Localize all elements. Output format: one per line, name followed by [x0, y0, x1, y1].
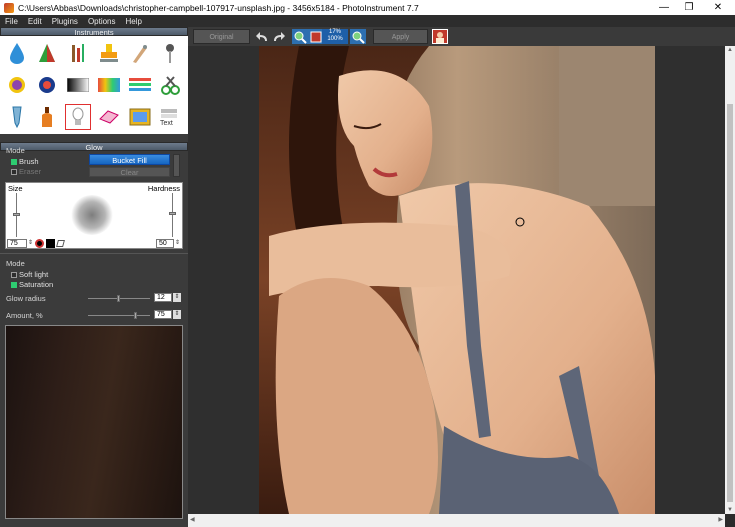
custom-brush-icon[interactable]: [56, 240, 65, 247]
apply-button[interactable]: Apply: [373, 29, 428, 44]
original-button[interactable]: Original: [193, 29, 250, 44]
undo-icon[interactable]: [254, 29, 270, 44]
zoom-out-icon[interactable]: [350, 29, 366, 44]
gradient-icon[interactable]: [65, 72, 91, 98]
soft-light-checkbox[interactable]: [11, 271, 17, 278]
tube-icon[interactable]: [4, 104, 30, 130]
zoom-indicator[interactable]: 17% 100%: [322, 29, 348, 44]
photo-image: [259, 46, 655, 514]
menu-edit[interactable]: Edit: [23, 17, 47, 26]
effect-preview: [5, 325, 183, 519]
zoom-current: 17%: [328, 29, 341, 35]
menu-plugins[interactable]: Plugins: [47, 17, 83, 26]
smudge-icon[interactable]: [127, 40, 153, 66]
eraser-option[interactable]: Eraser: [11, 167, 41, 176]
crop-tool-icon[interactable]: [157, 72, 183, 98]
redo-icon[interactable]: [271, 29, 287, 44]
round-brush-icon[interactable]: [35, 239, 44, 248]
size-input[interactable]: 75: [7, 239, 27, 248]
vertical-scrollbar[interactable]: ▲ ▼: [725, 46, 735, 514]
divider: [0, 253, 188, 254]
size-label: Size: [8, 184, 23, 193]
glow-radius-thumb[interactable]: [117, 295, 120, 302]
eraser-icon[interactable]: [96, 104, 122, 130]
hardness-label: Hardness: [147, 184, 180, 193]
frame-icon[interactable]: [127, 104, 153, 130]
amount-input[interactable]: 75: [154, 310, 172, 319]
brush-preview: [71, 195, 113, 235]
title-bar: C:\Users\Abbas\Downloads\christopher-cam…: [0, 0, 735, 15]
menu-file[interactable]: File: [0, 17, 23, 26]
zoom-actual: 100%: [327, 36, 343, 42]
text-tool-label: Text: [160, 120, 173, 127]
stamp-icon[interactable]: [96, 40, 122, 66]
scroll-up-icon[interactable]: ▲: [727, 47, 733, 53]
eraser-label: Eraser: [19, 167, 42, 176]
saturation-option[interactable]: Saturation: [11, 280, 53, 289]
text-icon[interactable]: Text: [157, 104, 183, 130]
square-brush-icon[interactable]: [46, 239, 55, 248]
size-slider-thumb[interactable]: [13, 213, 20, 216]
menu-options[interactable]: Options: [83, 17, 121, 26]
instruments-header: Instruments: [0, 27, 188, 37]
brush-size-box: Size Hardness 75 ⇕ 50 ⇕: [5, 182, 183, 249]
soft-light-option[interactable]: Soft light: [11, 270, 48, 279]
amount-slider[interactable]: [88, 315, 150, 316]
size-spinner[interactable]: ⇕: [28, 239, 34, 248]
glow-radius-input[interactable]: 12: [154, 293, 172, 302]
amount-spinner[interactable]: ⇕: [173, 310, 181, 319]
amount-label: Amount, %: [6, 311, 43, 320]
scroll-left-icon[interactable]: ◀: [190, 516, 195, 523]
brush-label: Brush: [19, 157, 39, 166]
top-toolbar: Original 17% 100% Apply: [188, 27, 735, 46]
soft-light-label: Soft light: [19, 270, 49, 279]
cone-icon[interactable]: [34, 40, 60, 66]
menu-bar: File Edit Plugins Options Help: [0, 15, 735, 27]
brush-option[interactable]: Brush: [11, 157, 39, 166]
cosmetics-icon[interactable]: [4, 72, 30, 98]
mode-label: Mode: [6, 146, 25, 155]
hardness-spinner[interactable]: ⇕: [175, 239, 181, 248]
menu-help[interactable]: Help: [121, 17, 147, 26]
saturation-checkbox[interactable]: [11, 281, 17, 288]
close-button[interactable]: ✕: [701, 0, 735, 15]
left-panel: Instruments Text Glow Mode Brush Eraser …: [0, 27, 188, 527]
instruments-grid: Text: [0, 36, 188, 134]
color-palette-icon[interactable]: [96, 72, 122, 98]
horizontal-scrollbar[interactable]: ◀ ▶: [188, 514, 725, 527]
scroll-right-icon[interactable]: ▶: [718, 516, 723, 523]
hardness-slider-thumb[interactable]: [169, 212, 176, 215]
brush-checkbox[interactable]: [11, 158, 17, 165]
glow-radius-label: Glow radius: [6, 294, 46, 303]
red-eye-icon[interactable]: [34, 72, 60, 98]
eraser-checkbox[interactable]: [11, 168, 17, 175]
water-drop-icon[interactable]: [4, 40, 30, 66]
clear-button[interactable]: Clear: [89, 167, 170, 177]
zoom-in-icon[interactable]: [292, 29, 308, 44]
glow-radius-spinner[interactable]: ⇕: [173, 293, 181, 302]
pin-icon[interactable]: [157, 40, 183, 66]
amount-thumb[interactable]: [134, 312, 137, 319]
scroll-down-icon[interactable]: ▼: [727, 507, 733, 513]
window-title: C:\Users\Abbas\Downloads\christopher-cam…: [18, 2, 419, 13]
mode2-label: Mode: [6, 259, 25, 268]
saturation-label: Saturation: [19, 280, 54, 289]
image-canvas[interactable]: [188, 46, 725, 514]
brushes-icon[interactable]: [65, 40, 91, 66]
oil-bottle-icon[interactable]: [34, 104, 60, 130]
glow-header: Glow: [0, 142, 188, 152]
app-icon: [4, 2, 14, 13]
vertical-scroll-thumb[interactable]: [727, 104, 733, 502]
photo[interactable]: [259, 46, 655, 514]
portrait-icon[interactable]: [432, 29, 448, 44]
bucket-fill-button[interactable]: Bucket Fill: [89, 154, 170, 165]
glow-scroll[interactable]: [173, 154, 180, 177]
hardness-input[interactable]: 50: [156, 239, 174, 248]
hardness-slider[interactable]: [172, 193, 173, 237]
color-lines-icon[interactable]: [127, 72, 153, 98]
glow-bulb-icon[interactable]: [65, 104, 91, 130]
